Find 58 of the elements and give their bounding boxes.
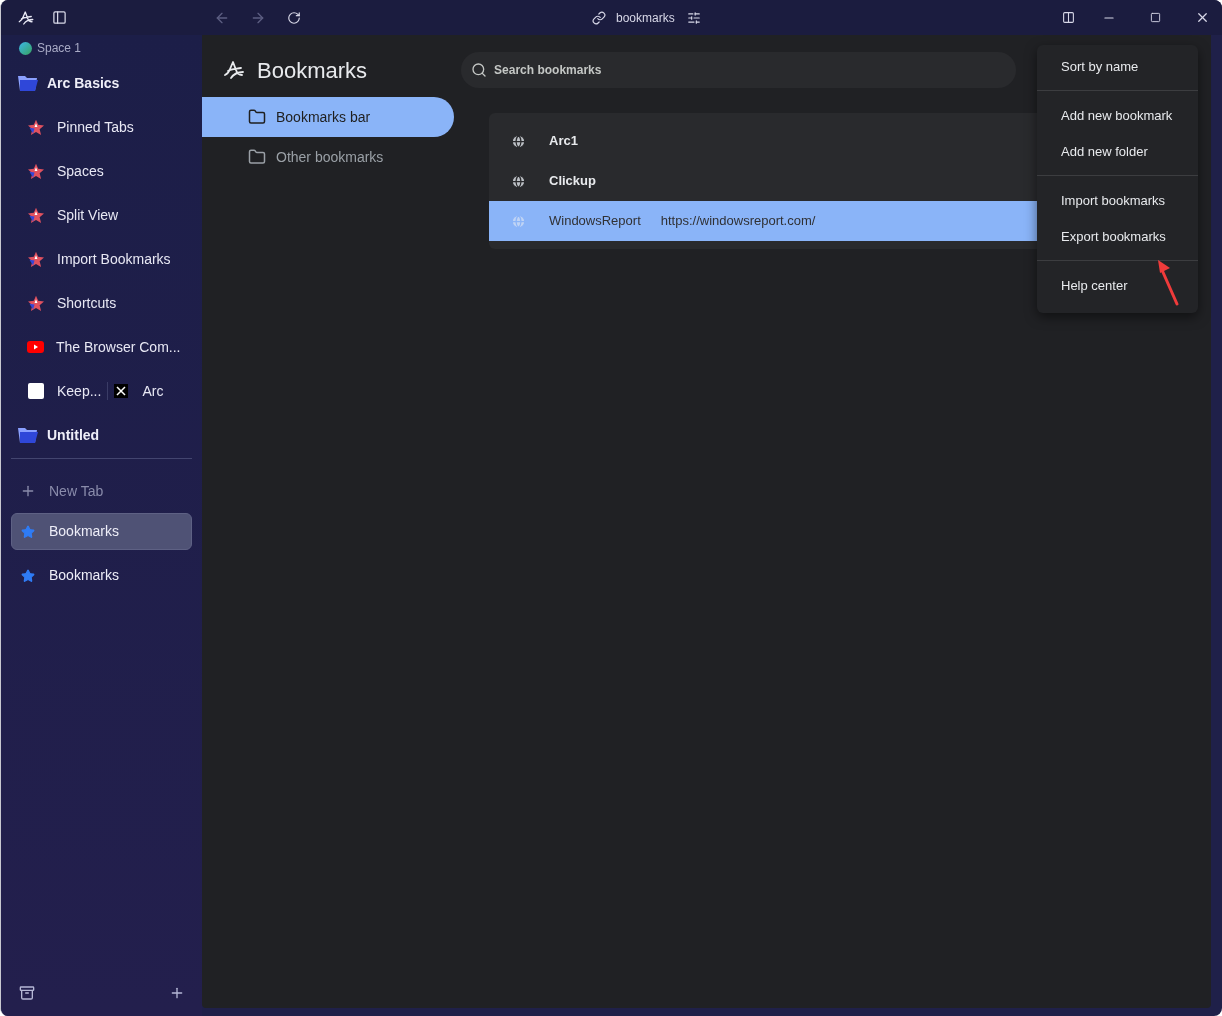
folder-item[interactable]: Other bookmarks <box>202 137 454 177</box>
folder-icon <box>248 148 266 166</box>
globe-icon <box>19 41 32 55</box>
paired-tabs-row[interactable]: Keep... Arc <box>1 369 202 413</box>
pinned-tab[interactable]: Import Bookmarks <box>1 237 202 281</box>
sidebar-tab[interactable]: Bookmarks <box>11 513 192 550</box>
reload-icon[interactable] <box>287 10 301 25</box>
tab-title: Arc <box>142 381 164 401</box>
link-icon[interactable] <box>592 10 606 25</box>
star-logo-icon <box>27 207 45 223</box>
star-logo-icon <box>27 295 45 311</box>
x-logo-icon <box>114 384 129 398</box>
folder-item[interactable]: Arc Basics <box>1 72 202 94</box>
bookmark-title: Clickup <box>549 172 596 191</box>
tab-title: Keep... <box>57 381 102 401</box>
bookmark-url: https://windowsreport.com/ <box>660 212 816 231</box>
video-play-icon <box>27 341 44 353</box>
address-text[interactable]: bookmarks <box>616 8 675 27</box>
menu-item[interactable]: Sort by name <box>1037 49 1198 85</box>
pinned-tab[interactable]: Split View <box>1 193 202 237</box>
space-name[interactable]: Space 1 <box>37 39 82 57</box>
plus-icon <box>20 483 36 499</box>
star-logo-icon <box>27 119 45 135</box>
new-tab-button[interactable]: New Tab <box>1 469 202 513</box>
search-icon <box>471 62 488 78</box>
folder-icon <box>17 426 39 444</box>
arc-logo-icon <box>17 8 35 27</box>
arc-logo-icon <box>222 58 246 82</box>
folder-item[interactable]: Untitled <box>1 424 202 446</box>
archive-icon[interactable] <box>19 985 35 1001</box>
star-logo-icon <box>27 251 45 267</box>
sidebar-tab[interactable]: Bookmarks <box>11 557 192 594</box>
maximize-icon[interactable] <box>1149 12 1161 23</box>
page-title: Bookmarks <box>257 56 368 85</box>
plus-icon[interactable] <box>169 985 185 1001</box>
star-icon <box>21 524 35 539</box>
settings-sliders-icon[interactable] <box>686 10 701 25</box>
star-icon <box>21 568 35 583</box>
bookmark-title: WindowsReport <box>549 212 641 231</box>
star-logo-icon <box>27 163 45 179</box>
globe-icon <box>511 133 526 149</box>
bookmark-title: Arc1 <box>549 132 578 151</box>
menu-item[interactable]: Add new folder <box>1037 134 1198 170</box>
pinned-tab[interactable]: The Browser Com... <box>1 325 202 369</box>
folder-icon <box>248 108 266 126</box>
globe-icon <box>511 213 526 229</box>
sidebar-toggle-icon[interactable] <box>52 10 67 25</box>
pointer-arrow <box>1156 258 1180 306</box>
folder-icon <box>17 74 39 92</box>
search-field[interactable]: Search bookmarks <box>461 52 1017 88</box>
menu-item[interactable]: Help center <box>1037 268 1198 304</box>
pinned-tab[interactable]: Spaces <box>1 149 202 193</box>
split-view-icon[interactable] <box>1061 11 1075 24</box>
menu-item[interactable]: Add new bookmark <box>1037 98 1198 134</box>
globe-icon <box>511 173 526 189</box>
pinned-tab[interactable]: Pinned Tabs <box>1 105 202 149</box>
pinned-tab[interactable]: Shortcuts <box>1 281 202 325</box>
folder-item[interactable]: Bookmarks bar <box>202 97 454 137</box>
